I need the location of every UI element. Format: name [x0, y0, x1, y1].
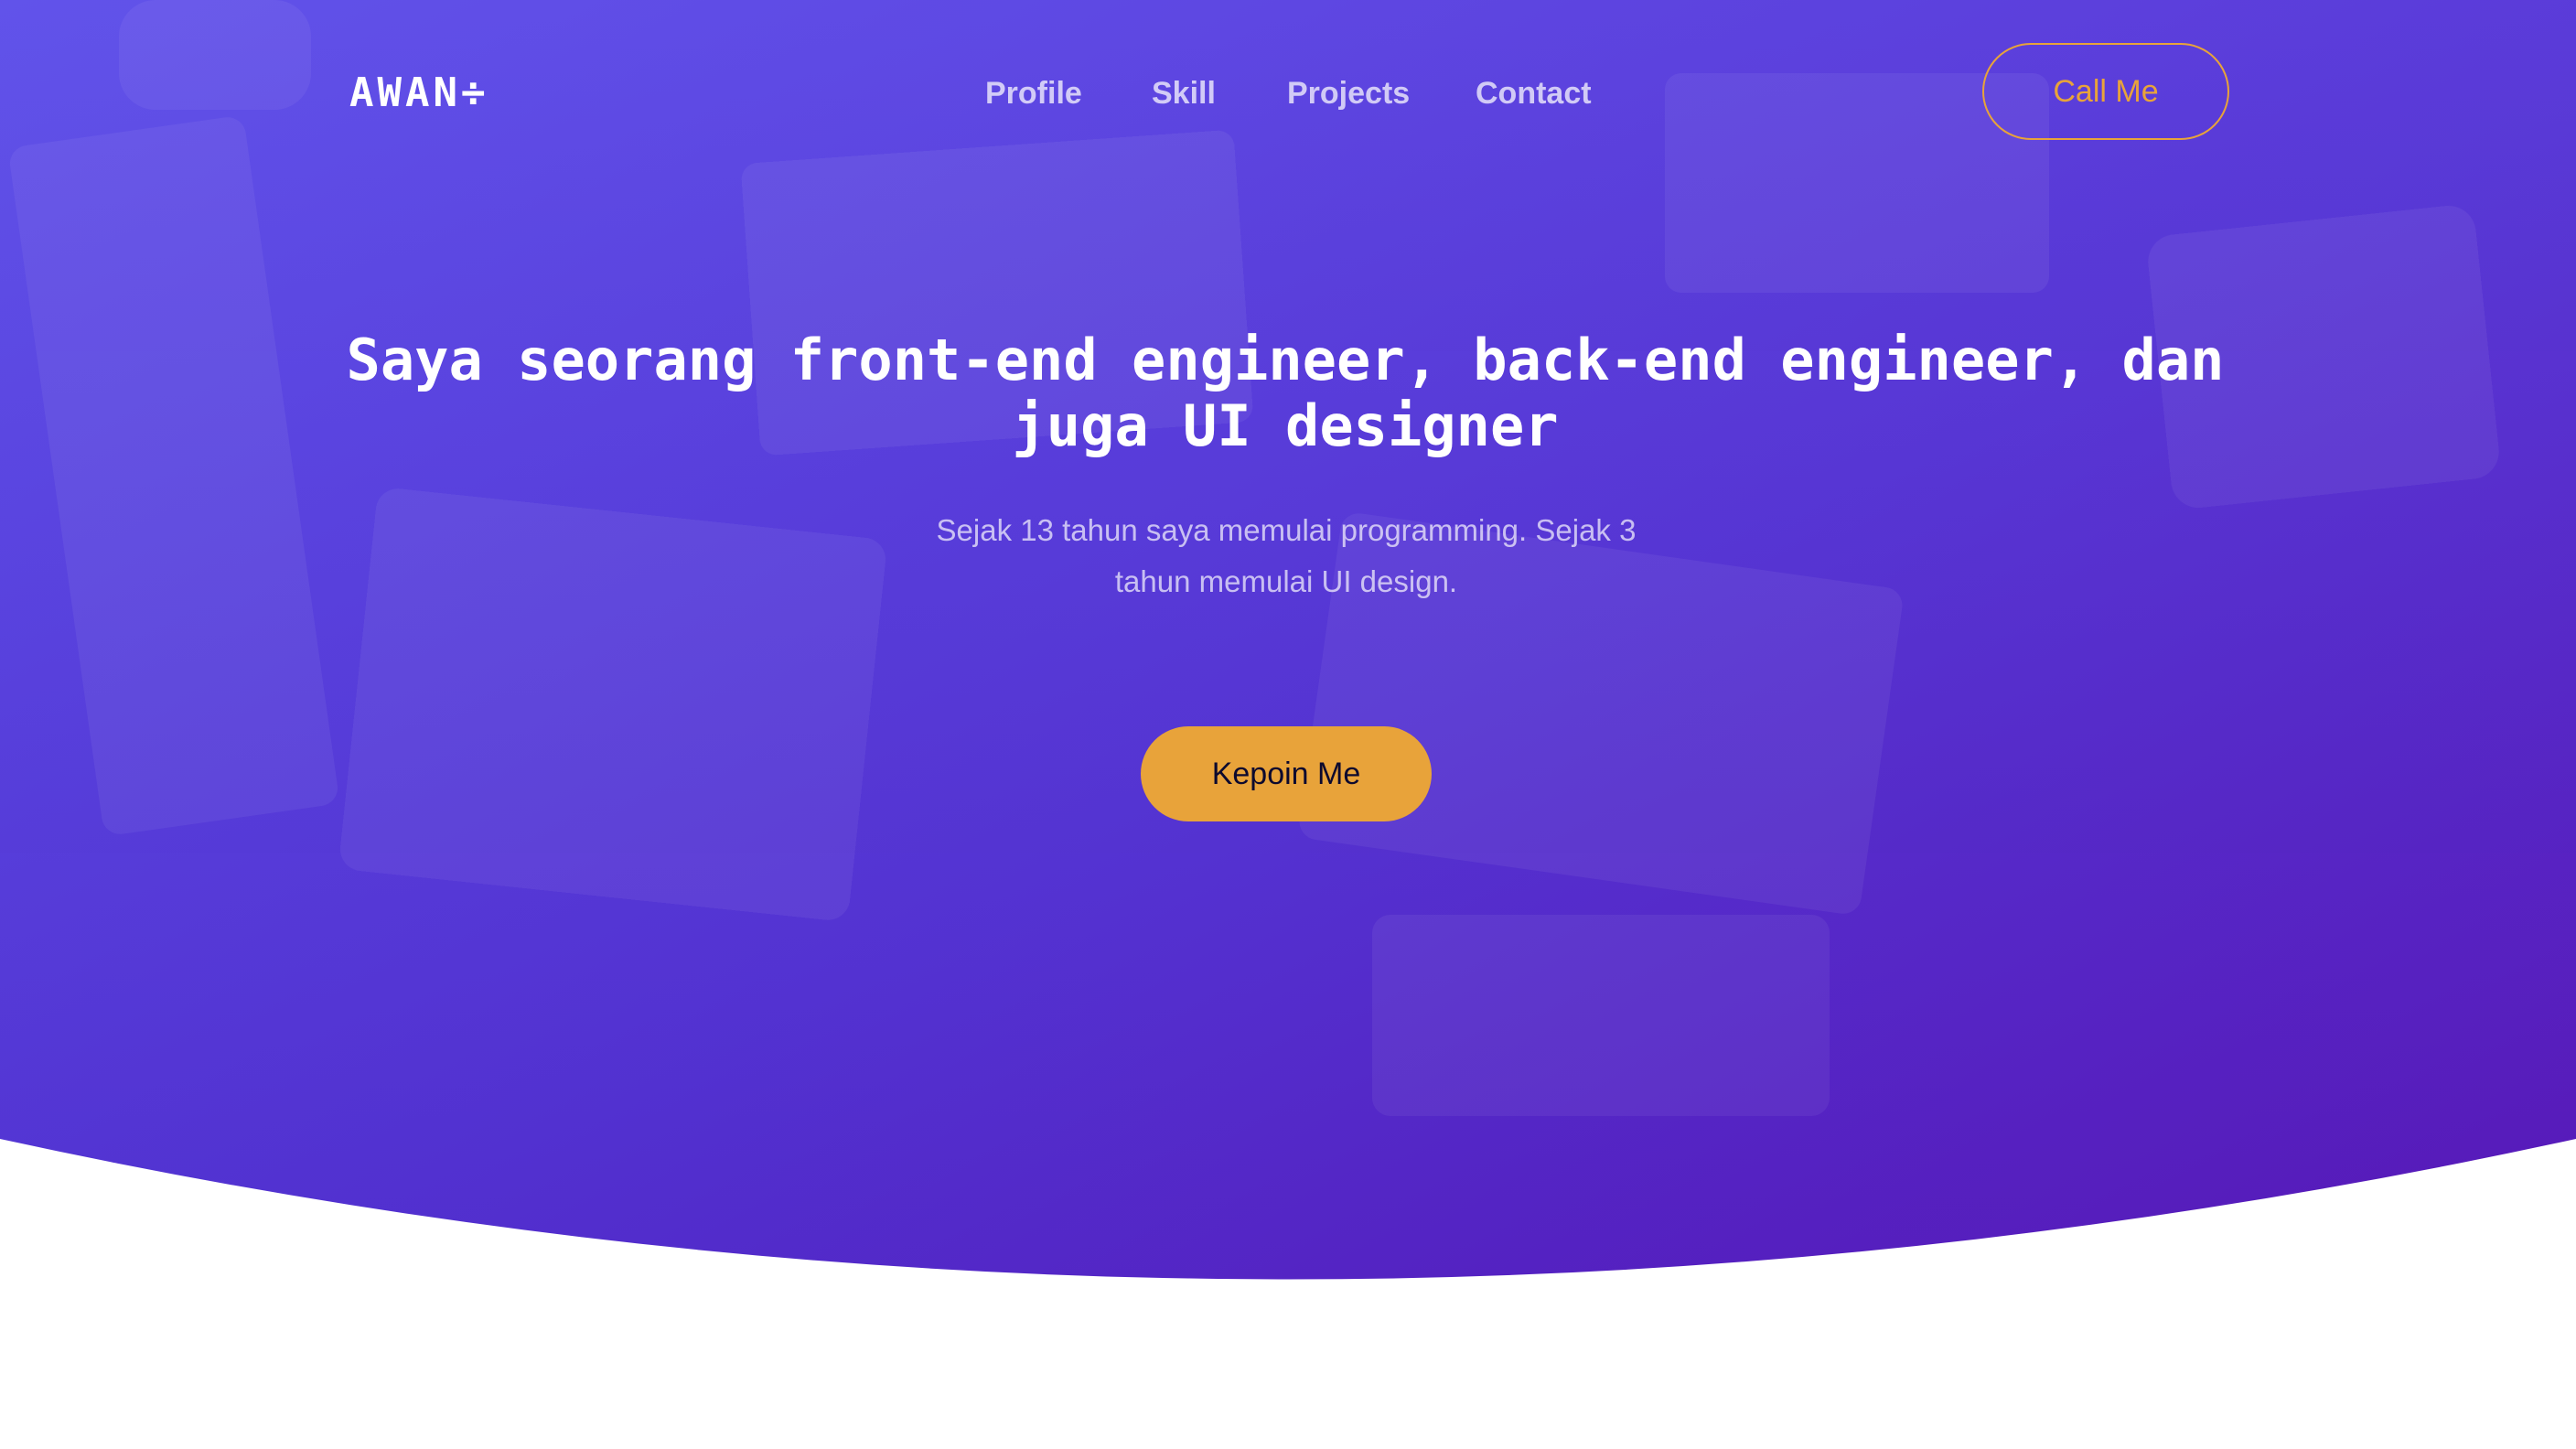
kepoin-me-button[interactable]: Kepoin Me	[1141, 726, 1432, 821]
hero-headline-line-1: Saya seorang front-end engineer, back-en…	[346, 327, 2225, 393]
hero-headline: Saya seorang front-end engineer, back-en…	[302, 327, 2269, 459]
nav-item-skill[interactable]: Skill	[1152, 68, 1216, 119]
landing-page: AWAN÷ Profile Skill Projects Contact Cal…	[0, 0, 2576, 1449]
brand-logo[interactable]: AWAN÷	[349, 68, 488, 119]
nav-item-contact[interactable]: Contact	[1476, 68, 1592, 119]
nav-item-profile[interactable]: Profile	[985, 68, 1082, 119]
hero-subtext-line-1: Sejak 13 tahun saya memulai programming.…	[936, 513, 1637, 547]
nav-item-projects[interactable]: Projects	[1287, 68, 1410, 119]
hero-background	[0, 0, 2576, 1280]
hero-section	[0, 0, 2576, 1449]
hero-subtext: Sejak 13 tahun saya memulai programming.…	[915, 505, 1658, 607]
call-me-button[interactable]: Call Me	[1982, 43, 2229, 140]
hero-headline-line-2: juga UI designer	[1012, 392, 1559, 459]
hero-subtext-line-2: tahun memulai UI design.	[1114, 564, 1458, 598]
